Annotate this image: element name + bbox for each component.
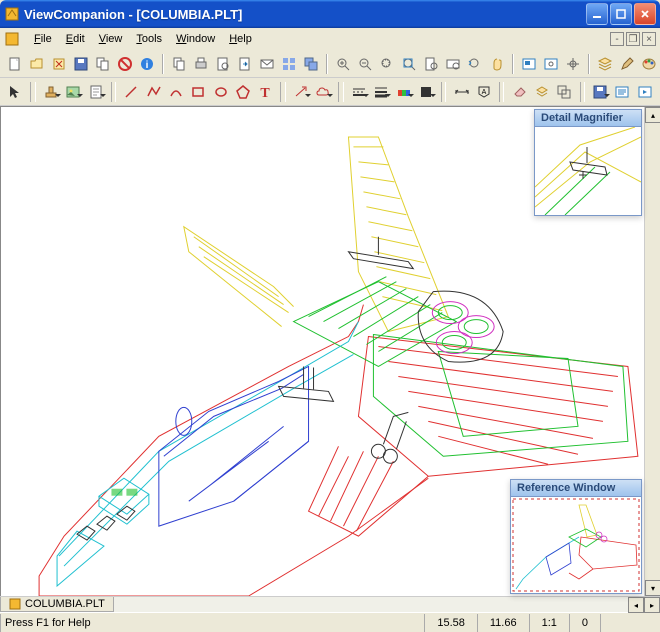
menu-edit[interactable]: Edit (60, 31, 91, 47)
arrow-tool[interactable] (292, 81, 310, 103)
scrollbar-track[interactable] (114, 597, 628, 612)
group-button[interactable] (555, 81, 573, 103)
doc-restore[interactable]: ❐ (626, 32, 640, 46)
doc-icon (4, 31, 20, 47)
picture-tool[interactable] (64, 81, 82, 103)
grid-button[interactable] (280, 53, 298, 75)
eraser-tool[interactable] (510, 81, 528, 103)
status-bar: Press F1 for Help 15.58 11.66 1:1 0 (0, 612, 660, 632)
print-preview-button[interactable] (214, 53, 232, 75)
info-button[interactable]: i (138, 53, 156, 75)
tab-label: COLUMBIA.PLT (25, 598, 105, 610)
menu-tools[interactable]: Tools (130, 31, 168, 47)
document-tab[interactable]: COLUMBIA.PLT (0, 597, 114, 612)
crosshair-button[interactable] (564, 53, 582, 75)
merge-button[interactable] (94, 53, 112, 75)
menu-file[interactable]: File (28, 31, 58, 47)
svg-text:A: A (482, 89, 487, 96)
toolbar-draw: T A (0, 78, 660, 106)
tab-bar: COLUMBIA.PLT ◂ ▸ (0, 596, 660, 612)
arc-tool[interactable] (167, 81, 185, 103)
layers-toggle-button[interactable] (533, 81, 551, 103)
line-tool[interactable] (122, 81, 140, 103)
svg-text:T: T (261, 86, 271, 100)
menu-window[interactable]: Window (170, 31, 221, 47)
pointer-tool[interactable] (6, 81, 24, 103)
ellipse-tool[interactable] (211, 81, 229, 103)
fillcolor-tool[interactable] (417, 81, 435, 103)
drawing-canvas[interactable]: ▴ ▾ (0, 106, 660, 596)
linestyle-tool[interactable] (350, 81, 368, 103)
new-button[interactable] (6, 53, 24, 75)
markup-list-button[interactable] (613, 81, 631, 103)
dimension-tool[interactable] (452, 81, 470, 103)
menu-view[interactable]: View (93, 31, 129, 47)
scroll-right[interactable]: ▸ (644, 597, 660, 613)
zoom-in-button[interactable] (334, 53, 352, 75)
print-button[interactable] (192, 53, 210, 75)
send-button[interactable] (258, 53, 276, 75)
doc-window-buttons: - ❐ × (610, 32, 656, 46)
menu-help[interactable]: Help (223, 31, 258, 47)
reference-window-panel[interactable]: Reference Window (510, 479, 642, 594)
color-tool[interactable] (394, 81, 412, 103)
status-y: 11.66 (477, 614, 529, 632)
scroll-left[interactable]: ◂ (628, 597, 644, 613)
zoom-page-button[interactable] (422, 53, 440, 75)
magnifier-title: Detail Magnifier (535, 110, 641, 127)
stamp-tool[interactable] (42, 81, 60, 103)
cascade-button[interactable] (302, 53, 320, 75)
scrollbar-vertical[interactable]: ▴ ▾ (644, 107, 660, 596)
doc-minimize[interactable]: - (610, 32, 624, 46)
cancel-button[interactable] (116, 53, 134, 75)
app-icon (4, 6, 20, 22)
polygon-tool[interactable] (234, 81, 252, 103)
text-tool[interactable]: T (256, 81, 274, 103)
note-tool[interactable] (86, 81, 104, 103)
save-markup-button[interactable] (591, 81, 609, 103)
export-button[interactable] (236, 53, 254, 75)
status-rotation: 0 (569, 614, 600, 632)
window-titlebar: ViewCompanion - [COLUMBIA.PLT] (0, 0, 660, 28)
cloud-tool[interactable] (314, 81, 332, 103)
minimize-button[interactable] (586, 3, 608, 25)
maximize-button[interactable] (610, 3, 632, 25)
rectangle-tool[interactable] (189, 81, 207, 103)
zoom-width-button[interactable] (444, 53, 462, 75)
area-tool[interactable]: A (475, 81, 493, 103)
markup-next-button[interactable] (635, 81, 653, 103)
zoom-window-button[interactable] (378, 53, 396, 75)
toolbar-main: i (0, 50, 660, 78)
copy-button[interactable] (170, 53, 188, 75)
detail-magnifier-panel[interactable]: Detail Magnifier (534, 109, 642, 216)
save-button[interactable] (72, 53, 90, 75)
svg-text:i: i (146, 60, 149, 71)
status-blank (600, 614, 660, 632)
magnifier-button[interactable] (542, 53, 560, 75)
zoom-out-button[interactable] (356, 53, 374, 75)
close-doc-button[interactable] (50, 53, 68, 75)
lineweight-tool[interactable] (372, 81, 390, 103)
window-title: ViewCompanion - [COLUMBIA.PLT] (24, 7, 586, 22)
doc-close[interactable]: × (642, 32, 656, 46)
zoom-previous-button[interactable] (466, 53, 484, 75)
layers-button[interactable] (596, 53, 614, 75)
pan-button[interactable] (488, 53, 506, 75)
tab-icon (9, 598, 21, 610)
polyline-tool[interactable] (144, 81, 162, 103)
close-button[interactable] (634, 3, 656, 25)
palette-button[interactable] (640, 53, 658, 75)
zoom-extents-button[interactable] (400, 53, 418, 75)
status-zoom: 1:1 (529, 614, 569, 632)
open-button[interactable] (28, 53, 46, 75)
status-x: 15.58 (424, 614, 477, 632)
status-help: Press F1 for Help (0, 614, 424, 632)
pen-button[interactable] (618, 53, 636, 75)
reference-title: Reference Window (511, 480, 641, 497)
ref-window-button[interactable] (520, 53, 538, 75)
menu-bar: File Edit View Tools Window Help - ❐ × (0, 28, 660, 50)
